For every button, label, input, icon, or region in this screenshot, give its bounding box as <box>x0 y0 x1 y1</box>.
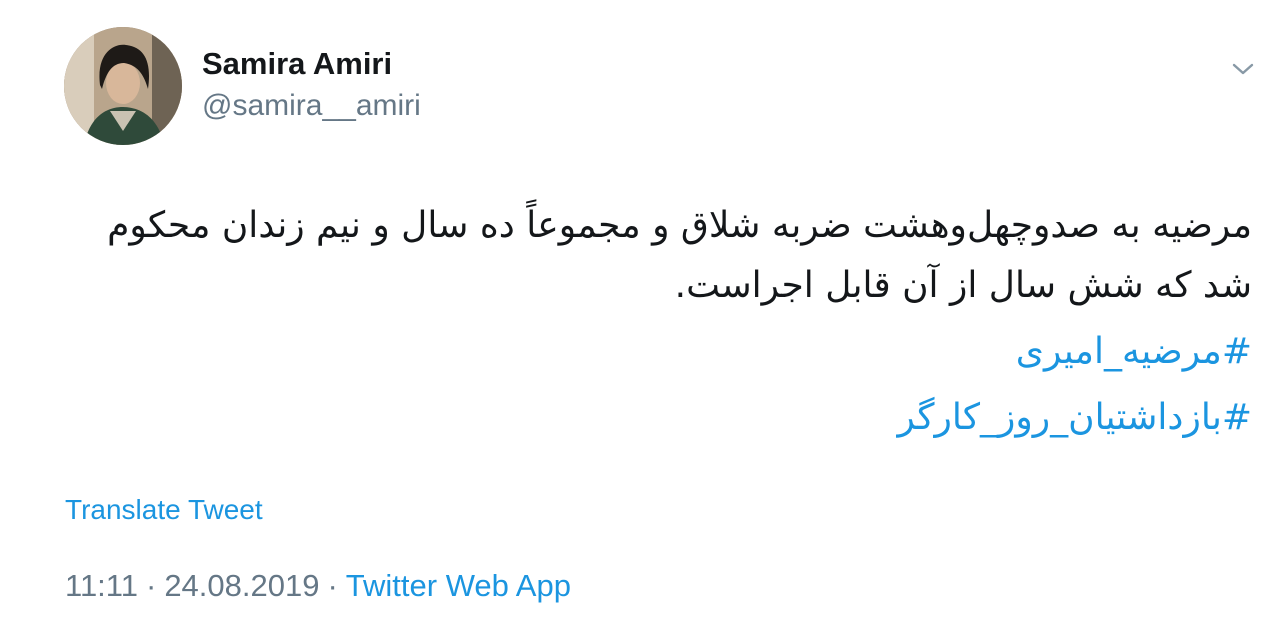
translate-tweet-link[interactable]: Translate Tweet <box>65 492 263 528</box>
hashtag-link[interactable]: #مرضیه_امیری <box>52 322 1252 382</box>
tweet-source-link[interactable]: Twitter Web App <box>346 568 571 603</box>
avatar[interactable] <box>64 27 182 145</box>
author-handle[interactable]: @samira__amiri <box>202 86 421 126</box>
author-display-name[interactable]: Samira Amiri <box>202 44 421 84</box>
tweet-time[interactable]: 11:11 <box>65 568 138 603</box>
tweet-date[interactable]: 24.08.2019 <box>164 568 319 603</box>
tweet-author: Samira Amiri @samira__amiri <box>202 44 421 126</box>
hashtag-link[interactable]: #بازداشتیان_روز_کارگر <box>52 388 1252 448</box>
separator: · <box>145 568 157 603</box>
tweet-text: مرضیه به صدوچهل‌وهشت ضربه شلاق و مجموعاً… <box>107 205 1252 306</box>
tweet-body: مرضیه به صدوچهل‌وهشت ضربه شلاق و مجموعاً… <box>52 196 1252 448</box>
avatar-image <box>64 27 182 145</box>
separator: · <box>327 568 338 603</box>
tweet-metadata: 11:11 · 24.08.2019 · Twitter Web App <box>65 566 571 606</box>
tweet-menu-button[interactable] <box>1226 56 1260 82</box>
chevron-down-icon <box>1232 63 1254 75</box>
